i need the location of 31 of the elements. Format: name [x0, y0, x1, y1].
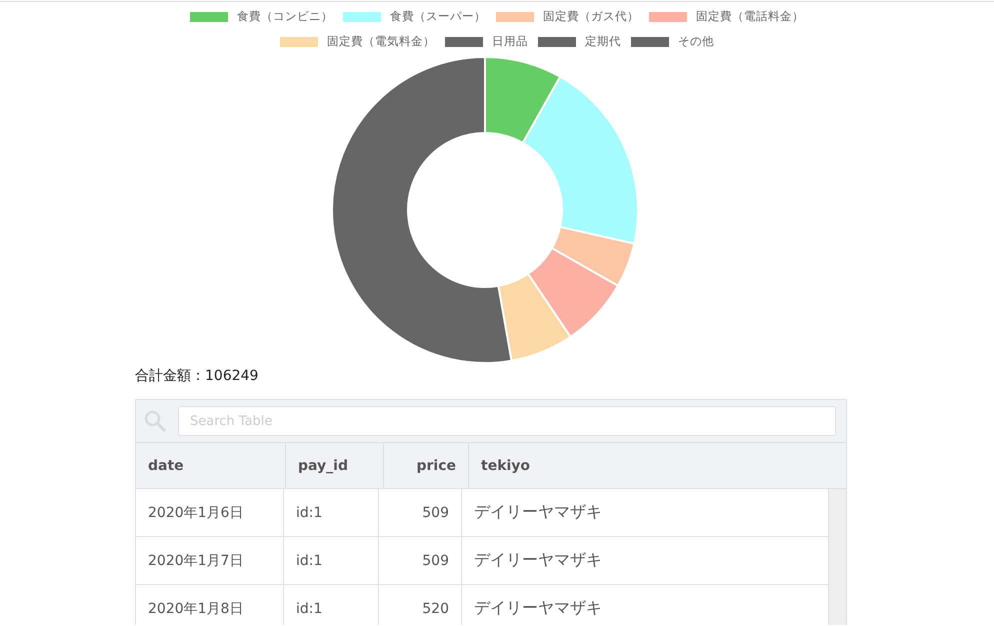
table-cell: 509	[379, 489, 462, 536]
legend-label: 食費（スーパー）	[390, 9, 486, 24]
legend-label: 日用品	[492, 34, 528, 49]
table-cell: id:1	[284, 585, 379, 625]
legend-item[interactable]: 固定費（ガス代）	[496, 9, 639, 24]
legend-label: その他	[678, 34, 714, 49]
column-header[interactable]: tekiyo	[469, 443, 846, 488]
column-header[interactable]: pay_id	[286, 443, 384, 488]
column-header[interactable]: date	[136, 443, 286, 488]
column-header[interactable]: price	[384, 443, 469, 488]
legend-label: 定期代	[585, 34, 621, 49]
legend-item[interactable]: 食費（コンビニ）	[190, 9, 333, 24]
legend-item[interactable]: 定期代	[538, 34, 621, 49]
table-cell: id:1	[284, 489, 379, 536]
search-icon	[144, 410, 166, 432]
table-cell: 2020年1月6日	[136, 489, 284, 536]
table-cell: 2020年1月8日	[136, 585, 284, 625]
table-cell: 520	[379, 585, 462, 625]
legend-label: 食費（コンビニ）	[237, 9, 333, 24]
legend-label: 固定費（電話料金）	[696, 9, 804, 24]
legend-label: 固定費（電気料金）	[327, 34, 435, 49]
legend-label: 固定費（ガス代）	[543, 9, 639, 24]
legend-item[interactable]: その他	[631, 34, 714, 49]
table-cell: 2020年1月7日	[136, 537, 284, 584]
total-amount: 合計金額：106249	[135, 367, 260, 385]
legend-item[interactable]: 食費（スーパー）	[343, 9, 486, 24]
table-cell: id:1	[284, 537, 379, 584]
legend-item[interactable]: 固定費（電気料金）	[280, 34, 435, 49]
table-cell: 509	[379, 537, 462, 584]
legend-item[interactable]: 固定費（電話料金）	[649, 9, 804, 24]
legend-item[interactable]: 日用品	[445, 34, 528, 49]
